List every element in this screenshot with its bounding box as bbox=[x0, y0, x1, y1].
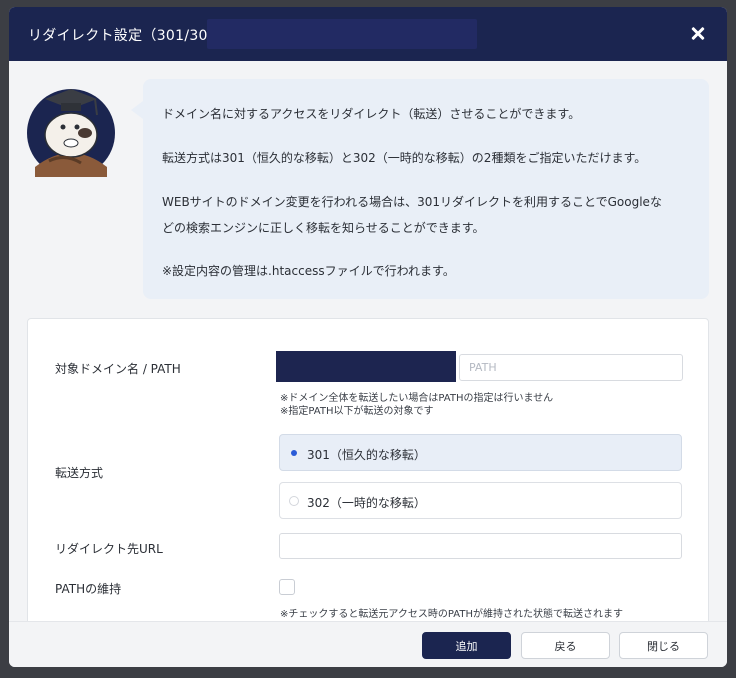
keep-path-checkbox[interactable] bbox=[279, 579, 295, 595]
close-button[interactable]: 閉じる bbox=[619, 632, 708, 659]
info-box: ドメイン名に対するアクセスをリダイレクト（転送）させることができます。 転送方式… bbox=[131, 79, 709, 299]
domain-select-redacted[interactable] bbox=[276, 351, 456, 382]
radio-label: 301（恒久的な移転） bbox=[307, 448, 426, 462]
info-text: ※設定内容の管理は.htaccessファイルで行われます。 bbox=[162, 264, 455, 278]
info-text: ドメイン名に対するアクセスをリダイレクト（転送）させることができます。 bbox=[162, 107, 581, 121]
dialog-title: リダイレクト設定（301/302） bbox=[28, 28, 232, 44]
redacted-domain-block bbox=[207, 19, 477, 49]
info-text: WEBサイトのドメイン変更を行われる場合は、301リダイレクトを利用することでG… bbox=[162, 195, 662, 209]
radio-301[interactable]: 301（恒久的な移転） bbox=[279, 434, 682, 471]
path-input[interactable] bbox=[459, 354, 683, 381]
dialog-footer: 追加 戻る 閉じる bbox=[9, 621, 727, 667]
close-icon[interactable] bbox=[685, 21, 711, 47]
method-label: 転送方式 bbox=[55, 466, 104, 480]
add-button[interactable]: 追加 bbox=[422, 632, 511, 659]
radio-selected-icon bbox=[289, 448, 299, 458]
path-note: ※指定PATH以下が転送の対象です bbox=[280, 406, 434, 417]
redirect-url-input[interactable] bbox=[279, 533, 682, 559]
otter-scholar-icon bbox=[25, 77, 117, 177]
dialog-header: リダイレクト設定（301/302） bbox=[9, 7, 727, 61]
radio-empty-icon bbox=[289, 496, 299, 506]
keep-path-note: ※チェックすると転送元アクセス時のPATHが維持された状態で転送されます bbox=[280, 609, 623, 620]
info-text: どの検索エンジンに正しく移転を知らせることができます。 bbox=[162, 221, 485, 235]
info-text: 転送方式は301（恒久的な移転）と302（一時的な移転）の2種類をご指定いただけ… bbox=[162, 151, 647, 165]
redirect-form: 対象ドメイン名 / PATH ※ドメイン全体を転送したい場合はPATHの指定は行… bbox=[27, 318, 709, 648]
redirect-url-label: リダイレクト先URL bbox=[55, 542, 163, 556]
back-button[interactable]: 戻る bbox=[521, 632, 610, 659]
keep-path-label: PATHの維持 bbox=[55, 582, 122, 596]
radio-label: 302（一時的な移転） bbox=[307, 496, 426, 510]
domain-path-label: 対象ドメイン名 / PATH bbox=[55, 362, 181, 376]
radio-302[interactable]: 302（一時的な移転） bbox=[279, 482, 682, 519]
redirect-settings-dialog: リダイレクト設定（301/302） ドメイン名に対するアクセスをリダイレクト（転… bbox=[9, 7, 727, 667]
